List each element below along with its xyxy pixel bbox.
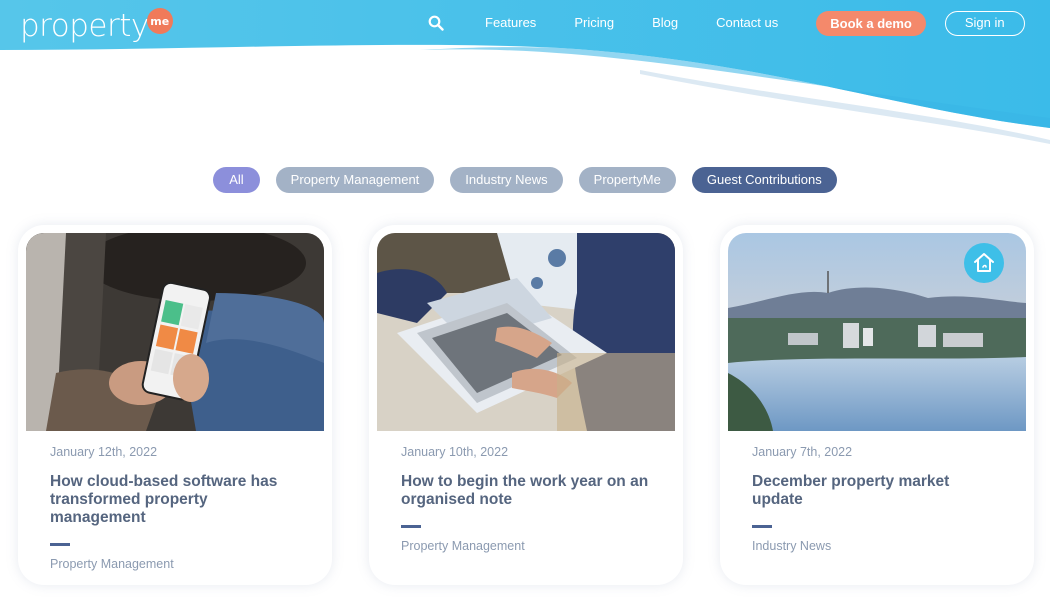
post-title[interactable]: How cloud-based software has transformed… (50, 473, 300, 527)
nav-link-pricing[interactable]: Pricing (574, 10, 614, 36)
logo-text: property (20, 8, 149, 44)
logo[interactable]: property me (20, 6, 173, 46)
filter-property-management[interactable]: Property Management (275, 167, 435, 193)
category-filters: All Property Management Industry News Pr… (0, 167, 1050, 193)
nav-link-features[interactable]: Features (485, 10, 536, 36)
blog-post-card[interactable]: January 10th, 2022 How to begin the work… (369, 225, 683, 585)
filter-industry-news[interactable]: Industry News (450, 167, 563, 193)
logo-badge: me (146, 8, 173, 34)
nav-link-contact[interactable]: Contact us (716, 10, 778, 36)
sign-in-button[interactable]: Sign in (944, 10, 1025, 36)
post-image-phone-app[interactable] (26, 233, 324, 431)
nav-link-blog[interactable]: Blog (652, 10, 678, 36)
filter-guest-contributions[interactable]: Guest Contributions (691, 167, 837, 193)
post-date: January 12th, 2022 (50, 445, 158, 459)
post-image-city-lake[interactable] (728, 233, 1026, 431)
post-category[interactable]: Industry News (752, 539, 1002, 553)
book-demo-button[interactable]: Book a demo (816, 10, 926, 36)
blog-post-card[interactable]: January 7th, 2022 December property mark… (720, 225, 1034, 585)
search-icon[interactable] (420, 10, 452, 36)
filter-all[interactable]: All (213, 167, 260, 193)
post-divider (752, 525, 772, 528)
filter-propertyme[interactable]: PropertyMe (578, 167, 676, 193)
post-title[interactable]: December property market update (752, 473, 1002, 509)
blog-post-card[interactable]: January 12th, 2022 How cloud-based softw… (18, 225, 332, 585)
post-divider (50, 543, 70, 546)
post-divider (401, 525, 421, 528)
main-nav: Features Pricing Blog Contact us Book a … (420, 10, 1025, 36)
blog-post-list: January 12th, 2022 How cloud-based softw… (18, 225, 1034, 585)
home-icon (964, 243, 1004, 283)
post-image-laptop-work[interactable] (377, 233, 675, 431)
post-category[interactable]: Property Management (401, 539, 651, 553)
post-category[interactable]: Property Management (50, 557, 300, 571)
post-title[interactable]: How to begin the work year on an organis… (401, 473, 651, 509)
post-date: January 7th, 2022 (752, 445, 853, 459)
post-date: January 10th, 2022 (401, 445, 509, 459)
